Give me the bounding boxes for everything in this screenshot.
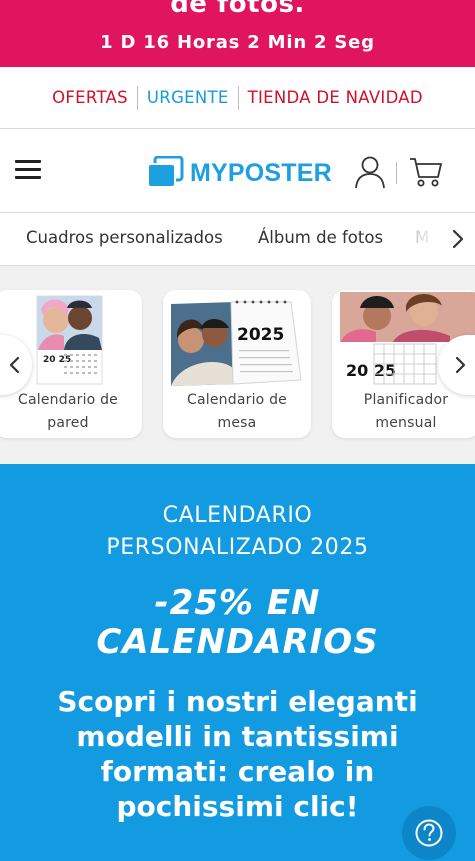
carousel-prev-button[interactable] bbox=[0, 335, 32, 395]
product-label: Calendario de pared bbox=[18, 392, 118, 431]
promo-banner: de fotos. 1 D 16 Horas 2 Min 2 Seg bbox=[0, 0, 475, 67]
product-card-calendario-de-mesa[interactable]: 2025 Calendario de mesa bbox=[163, 290, 311, 438]
hero-description: Scopri i nostri eleganti modelli in tant… bbox=[57, 685, 418, 823]
carousel-next-button[interactable] bbox=[438, 335, 475, 395]
link-tienda-de-navidad[interactable]: TIENDA DE NAVIDAD bbox=[248, 88, 423, 107]
menu-icon[interactable] bbox=[15, 160, 41, 180]
help-button[interactable] bbox=[402, 806, 456, 860]
hero-offer: -25% EN CALENDARIOS bbox=[96, 583, 379, 662]
link-divider bbox=[237, 85, 239, 110]
hero-banner[interactable]: CALENDARIO PERSONALIZADO 2025 -25% EN CA… bbox=[0, 464, 475, 861]
product-image: 2025 bbox=[163, 290, 311, 386]
category-nav: Cuadros personalizados Álbum de fotos M bbox=[0, 213, 475, 266]
link-ofertas[interactable]: OFERTAS bbox=[52, 88, 128, 107]
brand-name: MYPOSTER bbox=[190, 158, 332, 187]
hero-subtitle: CALENDARIO PERSONALIZADO 2025 bbox=[106, 503, 369, 560]
chevron-left-icon bbox=[9, 356, 20, 374]
chevron-right-icon[interactable] bbox=[448, 227, 468, 251]
header-divider bbox=[396, 162, 397, 184]
cart-icon[interactable] bbox=[409, 156, 443, 188]
link-divider bbox=[136, 85, 138, 110]
logo-mark-icon bbox=[147, 156, 184, 188]
product-label: Planificador mensual bbox=[363, 392, 449, 431]
category-cuadros-personalizados[interactable]: Cuadros personalizados bbox=[26, 228, 223, 247]
site-header: MYPOSTER bbox=[0, 129, 475, 213]
question-mark-icon bbox=[415, 819, 443, 847]
user-icon[interactable] bbox=[354, 155, 386, 189]
link-urgente[interactable]: URGENTE bbox=[147, 88, 229, 107]
calendar-year: 2025 bbox=[237, 325, 284, 345]
top-links-bar: OFERTAS URGENTE TIENDA DE NAVIDAD bbox=[0, 67, 475, 129]
promo-countdown: 1 D 16 Horas 2 Min 2 Seg bbox=[100, 32, 375, 53]
brand-logo[interactable]: MYPOSTER bbox=[146, 155, 332, 191]
promo-title: de fotos. bbox=[170, 0, 305, 19]
category-album-de-fotos[interactable]: Álbum de fotos bbox=[258, 228, 383, 247]
chevron-right-icon bbox=[455, 356, 466, 374]
product-carousel: 20 25 Calendario de pared 2025 Calendari… bbox=[0, 266, 475, 464]
product-label: Calendario de mesa bbox=[187, 392, 287, 431]
